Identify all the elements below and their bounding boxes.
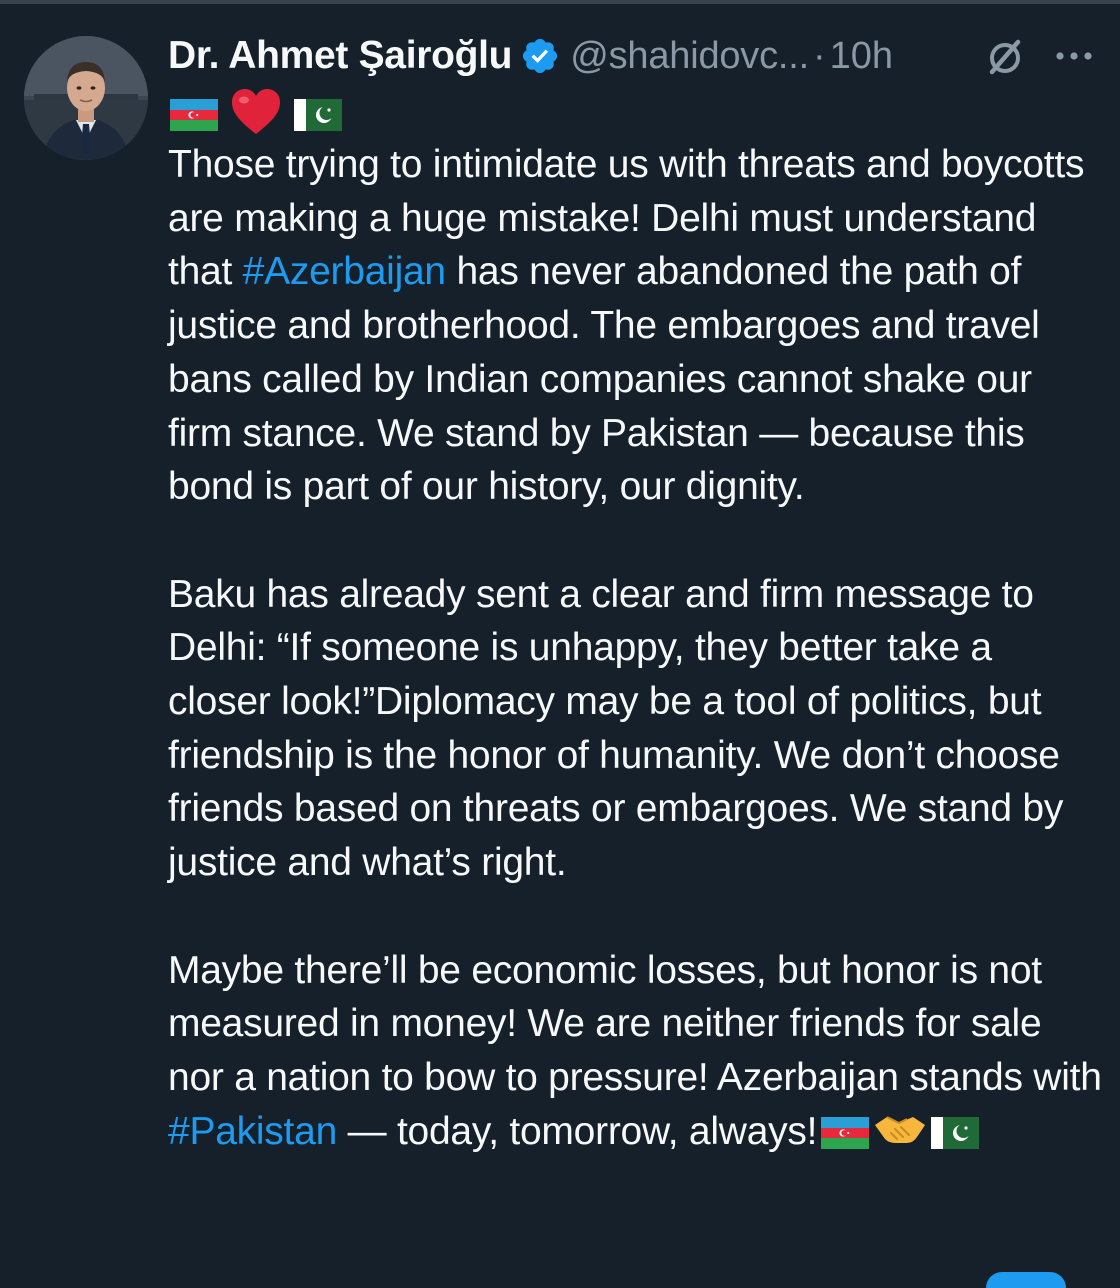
floating-action-button-edge[interactable]	[986, 1272, 1066, 1288]
tweet-text-segment: — today, tomorrow, always!	[337, 1109, 818, 1153]
pakistan-flag-icon	[294, 98, 342, 131]
verified-badge-icon[interactable]	[520, 36, 560, 76]
more-options-icon[interactable]	[1052, 36, 1096, 76]
top-divider	[0, 0, 1120, 4]
avatar[interactable]	[24, 36, 148, 160]
grok-icon[interactable]	[984, 36, 1026, 78]
tweet-paragraph-3: Maybe there’ll be economic losses, but h…	[168, 944, 1103, 1164]
tweet-text-segment: Maybe there’ll be economic losses, but h…	[168, 948, 1102, 1099]
tweet-paragraph-1: Those trying to intimidate us with threa…	[168, 138, 1103, 514]
red-heart-icon	[230, 88, 282, 141]
bio-emoji-row	[170, 88, 342, 141]
handshake-icon	[873, 1109, 927, 1164]
hashtag-azerbaijan-link[interactable]: #Azerbaijan	[243, 250, 446, 293]
author-display-name[interactable]: Dr. Ahmet Şairoğlu	[168, 34, 513, 78]
azerbaijan-flag-icon	[821, 1110, 870, 1164]
pakistan-flag-icon	[931, 1110, 980, 1164]
avatar-photo	[24, 36, 148, 160]
tweet-timestamp[interactable]: 10h	[830, 35, 893, 78]
author-handle[interactable]: @shahidovc...	[570, 35, 809, 78]
tweet-paragraph-2: Baku has already sent a clear and firm m…	[168, 572, 1064, 885]
tweet-header: Dr. Ahmet Şairoğlu @shahidovc... · 10h	[168, 28, 1092, 84]
meta-separator: ·	[812, 34, 826, 77]
tweet-text: Those trying to intimidate us with threa…	[168, 138, 1103, 1163]
hashtag-pakistan-link[interactable]: #Pakistan	[168, 1110, 337, 1153]
azerbaijan-flag-icon	[170, 98, 218, 131]
